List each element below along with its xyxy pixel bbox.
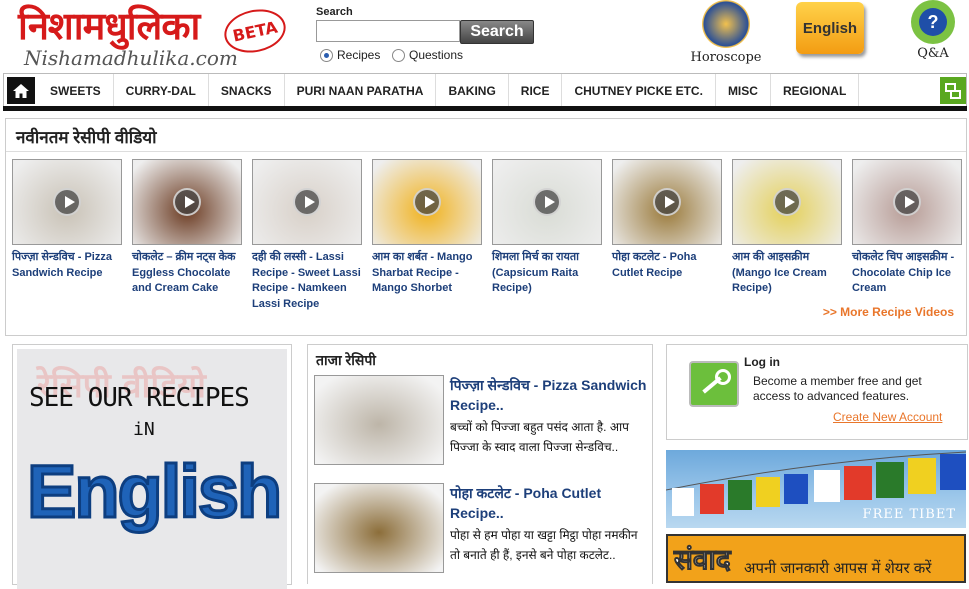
video-item[interactable]: आम की आइसक्रीम (Mango Ice Cream Recipe) (732, 159, 844, 297)
video-thumbnail[interactable] (12, 159, 122, 245)
banner-line-2: iN (133, 419, 155, 440)
english-recipes-banner[interactable]: रेसिपी वीडियो SEE OUR RECIPES iN English (12, 344, 292, 589)
english-icon: English (796, 2, 864, 54)
video-thumbnail[interactable] (612, 159, 722, 245)
nav-item-chutney[interactable]: CHUTNEY PICKE ETC. (562, 74, 716, 107)
english-recipes-image: रेसिपी वीडियो SEE OUR RECIPES iN English (17, 349, 287, 589)
video-thumbnail[interactable] (492, 159, 602, 245)
nav-item-snacks[interactable]: SNACKS (209, 74, 285, 107)
video-caption[interactable]: चोकलेट चिप आइसक्रीम - Chocolate Chip Ice… (852, 250, 964, 297)
radio-recipes[interactable]: Recipes (320, 48, 380, 62)
create-account-link[interactable]: Create New Account (833, 410, 942, 424)
login-text: Become a member free and get access to a… (753, 374, 922, 403)
nav-item-curry-dal[interactable]: CURRY-DAL (114, 74, 209, 107)
main-navigation: SWEETS CURRY-DAL SNACKS PURI NAAN PARATH… (3, 73, 967, 107)
qa-link[interactable]: ? Q&A (908, 0, 958, 61)
samvad-title: संवाद (674, 544, 732, 576)
samvad-banner[interactable]: संवाद अपनी जानकारी आपस में शेयर करें (666, 534, 966, 583)
video-thumbnail[interactable] (252, 159, 362, 245)
video-thumbnail[interactable] (732, 159, 842, 245)
search-label: Search (316, 6, 353, 18)
recipe-thumbnail[interactable] (314, 483, 444, 573)
fresh-recipes-title: ताजा रेसिपी (316, 352, 376, 368)
english-label: English (802, 19, 858, 37)
divider (6, 151, 966, 152)
latest-videos-panel: नवीनतम रेसीपी वीडियो पिज्ज़ा सेन्डविच - … (5, 118, 967, 336)
search-button[interactable]: Search (460, 20, 534, 44)
video-caption[interactable]: पिज्ज़ा सेन्डविच - Pizza Sandwich Recipe (12, 250, 124, 281)
play-icon[interactable] (533, 188, 561, 216)
free-tibet-caption: FREE TIBET (862, 507, 956, 522)
login-title: Log in (744, 355, 780, 369)
question-icon: ? (911, 0, 955, 44)
video-item[interactable]: पिज्ज़ा सेन्डविच - Pizza Sandwich Recipe (12, 159, 124, 281)
logo-english-text: Nishamadhulika.com (24, 46, 238, 70)
more-videos-link[interactable]: >> More Recipe Videos (823, 305, 954, 319)
video-caption[interactable]: चोकलेट – क्रीम नट्स केक Eggless Chocolat… (132, 250, 244, 297)
logo-hindi-text: निशामधुलिका (18, 3, 200, 48)
video-item[interactable]: चोकलेट – क्रीम नट्स केक Eggless Chocolat… (132, 159, 244, 297)
radio-recipes-dot[interactable] (320, 48, 333, 62)
recipe-title-link[interactable]: पिज्ज़ा सेन्डविच - Pizza Sandwich Recipe… (450, 375, 650, 415)
nav-item-rice[interactable]: RICE (509, 74, 563, 107)
qa-label: Q&A (917, 46, 949, 61)
video-item[interactable]: आम का शर्बत - Mango Sharbat Recipe - Man… (372, 159, 484, 297)
video-item[interactable]: शिमला मिर्च का रायता (Capsicum Raita Rec… (492, 159, 604, 297)
banner-english-text: English (25, 449, 283, 535)
key-icon (689, 361, 739, 407)
video-item[interactable]: चोकलेट चिप आइसक्रीम - Chocolate Chip Ice… (852, 159, 964, 297)
nav-item-puri-naan-paratha[interactable]: PURI NAAN PARATHA (285, 74, 437, 107)
free-tibet-banner[interactable]: FREE TIBET (666, 450, 966, 528)
english-link[interactable]: English (796, 2, 864, 54)
video-thumbnail[interactable] (852, 159, 962, 245)
play-icon[interactable] (773, 188, 801, 216)
horoscope-icon (702, 0, 750, 48)
nav-item-regional[interactable]: REGIONAL (771, 74, 860, 107)
recipe-description: बच्चों को पिज्जा बहुत पसंद आता है. आप पि… (450, 420, 629, 454)
nav-item-misc[interactable]: MISC (716, 74, 771, 107)
banner-line-1: SEE OUR RECIPES (29, 383, 250, 413)
video-caption[interactable]: आम का शर्बत - Mango Sharbat Recipe - Man… (372, 250, 484, 297)
play-icon[interactable] (293, 188, 321, 216)
home-icon[interactable] (7, 77, 35, 104)
latest-videos-title: नवीनतम रेसीपी वीडियो (16, 128, 157, 147)
site-logo[interactable]: निशामधुलिका Nishamadhulika.com BETA (18, 3, 290, 70)
nav-item-baking[interactable]: BAKING (436, 74, 509, 107)
radio-questions-label: Questions (409, 48, 464, 62)
recipe-title-link[interactable]: पोहा कटलेट - Poha Cutlet Recipe.. (450, 483, 650, 523)
video-caption[interactable]: आम की आइसक्रीम (Mango Ice Cream Recipe) (732, 250, 844, 297)
video-caption[interactable]: पोहा कटलेट - Poha Cutlet Recipe (612, 250, 724, 281)
play-icon[interactable] (173, 188, 201, 216)
search-input[interactable] (316, 20, 460, 42)
video-item[interactable]: दही की लस्सी - Lassi Recipe - Sweet Lass… (252, 159, 364, 312)
nav-item-sweets[interactable]: SWEETS (38, 74, 114, 107)
play-icon[interactable] (53, 188, 81, 216)
login-box: Log in Become a member free and get acce… (666, 344, 968, 440)
video-thumbnail[interactable] (132, 159, 242, 245)
radio-recipes-label: Recipes (337, 48, 381, 62)
video-thumbnail[interactable] (372, 159, 482, 245)
play-icon[interactable] (653, 188, 681, 216)
horoscope-link[interactable]: Horoscope (690, 0, 762, 65)
video-caption[interactable]: दही की लस्सी - Lassi Recipe - Sweet Lass… (252, 250, 364, 312)
recipe-description: पोहा से हम पोहा या खट्टा मिट्ठा पोहा नमक… (450, 528, 638, 562)
play-icon[interactable] (893, 188, 921, 216)
horoscope-label: Horoscope (690, 50, 762, 65)
samvad-subtitle: अपनी जानकारी आपस में शेयर करें (744, 560, 932, 577)
nav-underline (3, 106, 967, 111)
video-caption[interactable]: शिमला मिर्च का रायता (Capsicum Raita Rec… (492, 250, 604, 297)
radio-questions-dot[interactable] (392, 48, 405, 62)
share-icon[interactable] (940, 77, 966, 104)
play-icon[interactable] (413, 188, 441, 216)
site-header: निशामधुलिका Nishamadhulika.com BETA Sear… (0, 0, 969, 72)
fresh-recipes-panel: ताजा रेसिपी पिज्ज़ा सेन्डविच - Pizza San… (307, 344, 653, 584)
radio-questions[interactable]: Questions (392, 48, 463, 62)
video-item[interactable]: पोहा कटलेट - Poha Cutlet Recipe (612, 159, 724, 281)
recipe-thumbnail[interactable] (314, 375, 444, 465)
